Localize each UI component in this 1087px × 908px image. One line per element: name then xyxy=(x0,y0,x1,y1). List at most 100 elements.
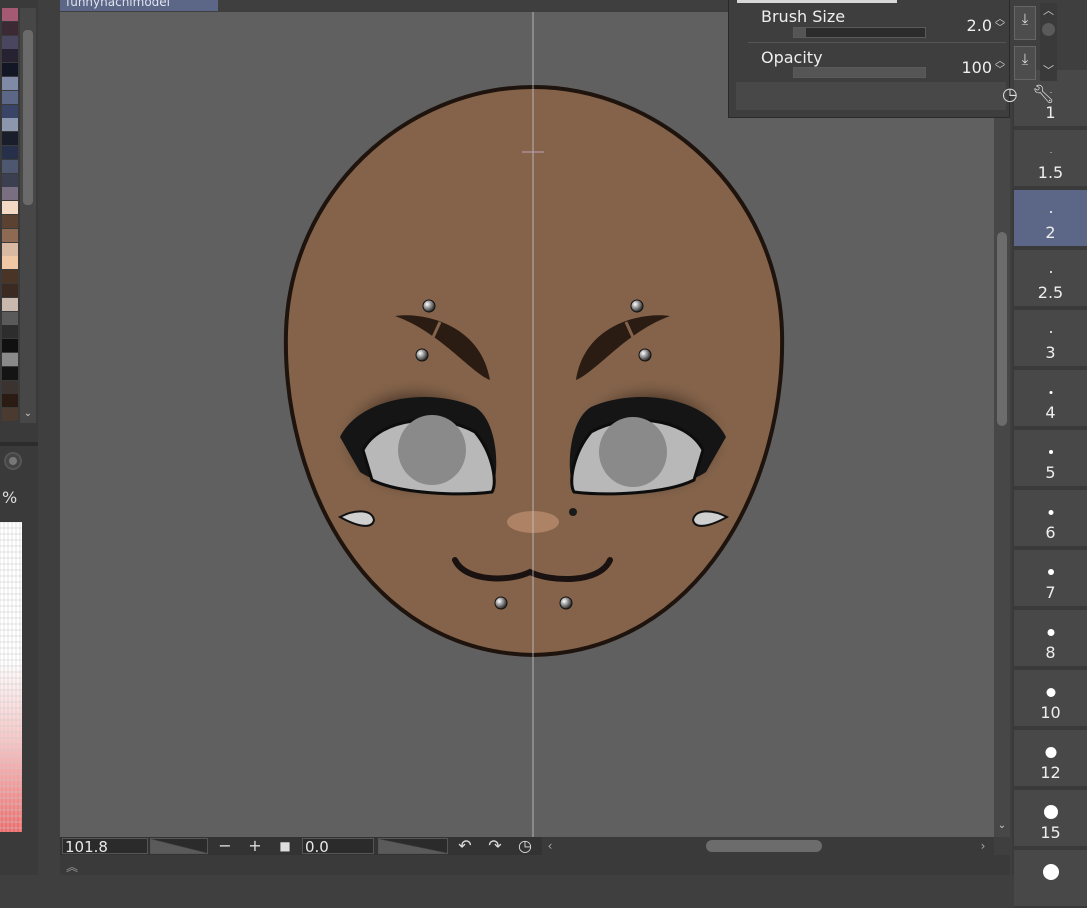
color-swatch[interactable] xyxy=(2,325,18,339)
eyebrow-stud xyxy=(638,348,652,362)
brush-size-label: 7 xyxy=(1045,583,1056,602)
left-iris xyxy=(398,415,466,485)
brush-size-label: 3 xyxy=(1045,343,1056,362)
color-swatch-grid xyxy=(0,8,20,423)
scroll-right-icon[interactable]: › xyxy=(972,837,994,855)
brush-tip-preview xyxy=(1050,151,1051,153)
brush-size-item[interactable]: 15 xyxy=(1014,790,1087,848)
brush-tip-preview xyxy=(1049,331,1052,333)
color-swatch[interactable] xyxy=(2,201,18,215)
color-swatch[interactable] xyxy=(2,215,18,228)
canvas-tab[interactable]: funnyhachimodel xyxy=(60,0,218,11)
color-swatch[interactable] xyxy=(2,35,18,49)
brush-size-item[interactable]: 5 xyxy=(1014,430,1087,488)
color-swatch[interactable] xyxy=(2,8,18,21)
brush-size-item[interactable]: 2 xyxy=(1014,190,1087,248)
scroll-down-icon[interactable]: ﹀ xyxy=(1043,65,1054,76)
rotate-right-icon[interactable]: ↷ xyxy=(484,837,506,855)
zoom-in-icon[interactable]: + xyxy=(244,837,266,855)
scroll-left-icon[interactable]: ‹ xyxy=(539,837,561,855)
color-swatch[interactable] xyxy=(2,339,18,353)
brush-size-label: 6 xyxy=(1045,523,1056,542)
color-history-grid[interactable] xyxy=(0,522,22,832)
rotation-slider[interactable] xyxy=(378,838,448,854)
chevron-up-icon[interactable]: ︽ xyxy=(66,858,78,875)
panel-divider xyxy=(0,442,38,446)
dial-icon[interactable]: ◷ xyxy=(1002,84,1018,105)
brush-size-label: 1.5 xyxy=(1037,163,1064,182)
color-swatch[interactable] xyxy=(2,77,18,90)
color-swatch[interactable] xyxy=(2,132,18,146)
zoom-slider[interactable] xyxy=(150,838,208,854)
brush-tip-preview xyxy=(1047,569,1054,575)
rotation-field[interactable]: 0.0 xyxy=(302,838,374,855)
opacity-label: Opacity xyxy=(761,48,823,67)
brush-size-spinner[interactable]: ︿ ﹀ xyxy=(995,15,1005,34)
color-swatch[interactable] xyxy=(2,146,18,159)
brush-size-item[interactable]: 1.5 xyxy=(1014,130,1087,188)
brush-tip-preview xyxy=(1049,271,1052,273)
color-swatch[interactable] xyxy=(2,118,18,132)
brush-size-item[interactable]: 7 xyxy=(1014,550,1087,608)
color-swatch[interactable] xyxy=(2,394,18,408)
color-swatch[interactable] xyxy=(2,159,18,173)
fit-icon[interactable]: ■ xyxy=(274,837,296,855)
brush-size-label: 5 xyxy=(1045,463,1056,482)
brush-size-item[interactable]: 2.5 xyxy=(1014,250,1087,308)
horizontal-scroll-thumb[interactable] xyxy=(706,840,822,852)
beauty-mark xyxy=(569,508,577,516)
rotate-reset-icon[interactable]: ◷ xyxy=(514,837,536,855)
color-swatch[interactable] xyxy=(2,270,18,284)
color-swatch[interactable] xyxy=(2,187,18,201)
color-swatch[interactable] xyxy=(2,90,18,104)
color-swatch[interactable] xyxy=(2,353,18,366)
opacity-slider-fill xyxy=(794,68,925,77)
brush-size-item[interactable]: 10 xyxy=(1014,670,1087,728)
color-swatch[interactable] xyxy=(2,104,18,118)
scroll-down-icon[interactable]: ⌄ xyxy=(994,820,1010,836)
color-swatch[interactable] xyxy=(2,173,18,187)
brush-size-slider-fill xyxy=(794,28,806,37)
color-swatch[interactable] xyxy=(2,21,18,35)
brush-size-item[interactable]: 4 xyxy=(1014,370,1087,428)
brush-size-item[interactable]: 3 xyxy=(1014,310,1087,368)
scroll-down-icon[interactable]: ⌄ xyxy=(20,406,36,422)
brush-size-item[interactable]: 12 xyxy=(1014,730,1087,788)
opacity-slider[interactable] xyxy=(793,67,926,78)
brush-size-item[interactable] xyxy=(1014,850,1087,908)
color-swatch[interactable] xyxy=(2,242,18,256)
color-swatch[interactable] xyxy=(2,256,18,270)
download-icon[interactable]: ⤓ xyxy=(1014,46,1036,80)
color-swatch[interactable] xyxy=(2,311,18,325)
color-swatch[interactable] xyxy=(2,63,18,77)
brush-size-item[interactable]: 6 xyxy=(1014,490,1087,548)
color-swatch[interactable] xyxy=(2,284,18,297)
scroll-up-icon[interactable]: ︿ xyxy=(1043,5,1054,16)
drawing-canvas[interactable] xyxy=(60,12,994,837)
wrench-icon[interactable]: 🔧︎ xyxy=(1032,84,1055,105)
color-swatch[interactable] xyxy=(2,380,18,394)
color-swatch[interactable] xyxy=(2,366,18,380)
brush-size-slider[interactable] xyxy=(793,27,926,38)
brush-size-label: 15 xyxy=(1040,823,1061,842)
color-swatch[interactable] xyxy=(2,408,18,422)
illustration xyxy=(283,12,785,837)
brush-size-value[interactable]: 2.0 xyxy=(942,16,992,35)
color-swatch[interactable] xyxy=(2,49,18,63)
brush-size-label: 2.5 xyxy=(1037,283,1064,302)
download-icon[interactable]: ⤓ xyxy=(1014,6,1036,40)
navigator-icon[interactable] xyxy=(4,452,22,470)
scroll-thumb[interactable] xyxy=(1042,23,1055,36)
zoom-field[interactable]: 101.8 xyxy=(62,838,148,855)
swatch-scrollbar-thumb[interactable] xyxy=(23,30,33,205)
color-swatch[interactable] xyxy=(2,297,18,311)
brush-tip-preview xyxy=(1049,390,1052,394)
vertical-scroll-thumb[interactable] xyxy=(997,232,1007,426)
brush-size-item[interactable]: 8 xyxy=(1014,610,1087,668)
opacity-spinner[interactable]: ︿ ﹀ xyxy=(995,57,1005,76)
rotate-left-icon[interactable]: ↶ xyxy=(454,837,476,855)
opacity-value[interactable]: 100 xyxy=(942,58,992,77)
color-swatch[interactable] xyxy=(2,228,18,242)
brush-size-label: 4 xyxy=(1045,403,1056,422)
zoom-out-icon[interactable]: − xyxy=(214,837,236,855)
